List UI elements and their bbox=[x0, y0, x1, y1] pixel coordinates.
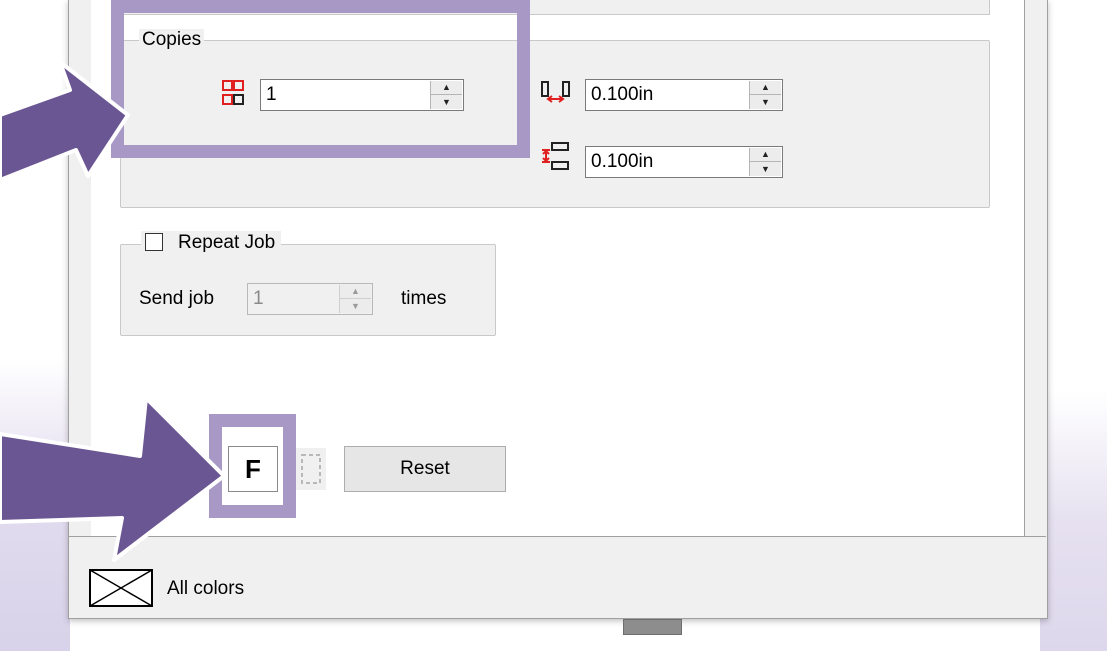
no-color-swatch-icon bbox=[89, 569, 153, 607]
vertical-spacing-value: 0.100in bbox=[591, 151, 654, 172]
frame-button[interactable] bbox=[296, 448, 326, 490]
horizontal-spacing-spin-buttons: ▲ ▼ bbox=[749, 81, 781, 109]
horizontal-spacing-stepper[interactable]: 0.100in ▲ ▼ bbox=[585, 79, 783, 111]
repeat-times-spin-buttons: ▲ ▼ bbox=[339, 285, 371, 313]
backdrop-right bbox=[1040, 0, 1107, 651]
spin-up-arrow-icon[interactable]: ▲ bbox=[750, 148, 781, 162]
horizontal-spacing-icon bbox=[541, 81, 570, 103]
spin-up-arrow-icon[interactable]: ▲ bbox=[340, 285, 371, 299]
vertical-spacing-stepper[interactable]: 0.100in ▲ ▼ bbox=[585, 146, 783, 178]
spin-down-arrow-icon[interactable]: ▼ bbox=[340, 299, 371, 313]
reset-button[interactable]: Reset bbox=[344, 446, 506, 492]
spin-down-arrow-icon[interactable]: ▼ bbox=[750, 95, 781, 109]
reset-button-label: Reset bbox=[400, 458, 450, 479]
vertical-spacing-icon bbox=[542, 142, 569, 170]
arrow-to-copies-icon bbox=[0, 60, 130, 182]
frame-icon bbox=[301, 454, 321, 484]
window-grip bbox=[623, 619, 682, 635]
send-job-label: Send job bbox=[139, 288, 215, 309]
repeat-times-value: 1 bbox=[253, 288, 264, 309]
repeat-job-checkbox[interactable] bbox=[145, 233, 163, 251]
status-colors-label: All colors bbox=[167, 578, 245, 599]
horizontal-spacing-value: 0.100in bbox=[591, 84, 654, 105]
spin-up-arrow-icon[interactable]: ▲ bbox=[750, 81, 781, 95]
arrow-to-f-button-icon bbox=[0, 396, 225, 562]
repeat-job-legend: Repeat Job bbox=[141, 231, 282, 257]
spin-down-arrow-icon[interactable]: ▼ bbox=[750, 162, 781, 176]
times-label: times bbox=[401, 288, 447, 309]
copies-highlight-box bbox=[111, 0, 530, 158]
repeat-job-label: Repeat Job bbox=[178, 232, 276, 253]
repeat-times-stepper[interactable]: 1 ▲ ▼ bbox=[247, 283, 373, 315]
vertical-spacing-spin-buttons: ▲ ▼ bbox=[749, 148, 781, 176]
